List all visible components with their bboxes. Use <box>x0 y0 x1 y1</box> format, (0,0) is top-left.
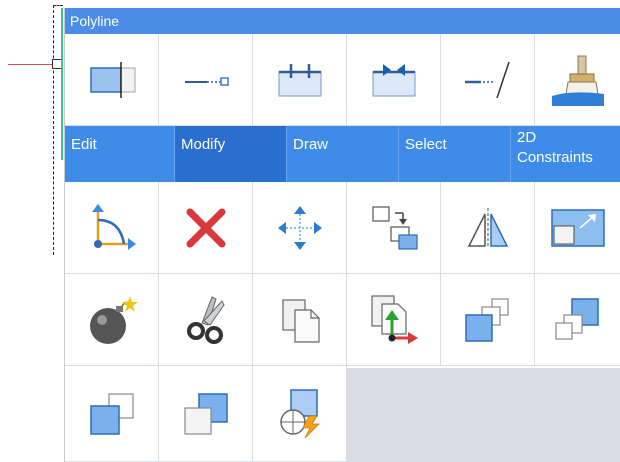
selection-dashed-top <box>53 5 63 6</box>
erase-icon <box>186 208 225 247</box>
break-icon <box>278 63 321 96</box>
fillet-button[interactable] <box>65 182 159 274</box>
green-axis-line <box>61 8 63 160</box>
move-button[interactable] <box>253 182 347 274</box>
polyline-width-icon <box>89 61 135 98</box>
bring-above-button[interactable] <box>65 366 159 462</box>
match-properties-icon <box>551 55 604 106</box>
palette-empty-area <box>347 368 620 462</box>
tab-draw[interactable]: Draw <box>287 126 399 182</box>
join-icon <box>372 63 415 96</box>
send-to-back-button[interactable] <box>535 274 620 366</box>
join-button[interactable] <box>347 34 441 126</box>
tab-2d-constraints[interactable]: 2D Constraints <box>511 126 620 182</box>
erase-button[interactable] <box>159 182 253 274</box>
trim-button[interactable] <box>159 274 253 366</box>
quick-select-button[interactable] <box>253 366 347 462</box>
match-properties-button[interactable] <box>535 34 620 126</box>
send-to-back-icon <box>554 297 599 340</box>
explode-icon <box>89 295 138 344</box>
polyline-width-button[interactable] <box>65 34 159 126</box>
bring-above-icon <box>89 392 134 435</box>
send-under-button[interactable] <box>159 366 253 462</box>
move-icon <box>277 205 322 250</box>
red-axis-line <box>8 64 54 65</box>
line-endpoint-button[interactable] <box>159 34 253 126</box>
explode-button[interactable] <box>65 274 159 366</box>
copy-icon <box>371 205 418 250</box>
palette-title[interactable]: Polyline <box>65 8 620 34</box>
extend-button[interactable] <box>441 34 535 126</box>
paste-to-point-button[interactable] <box>347 274 441 366</box>
copy-button[interactable] <box>347 182 441 274</box>
send-under-icon <box>183 392 228 435</box>
paste-to-point-icon <box>370 294 418 344</box>
tab-edit[interactable]: Edit <box>65 126 175 182</box>
quick-select-icon <box>279 388 320 438</box>
extend-icon <box>464 61 510 98</box>
bring-to-front-icon <box>464 297 509 342</box>
mirror-button[interactable] <box>441 182 535 274</box>
tool-palette: Polyline Edit Modify Draw Select 2D Cons… <box>64 8 620 462</box>
paste-icon <box>281 298 320 343</box>
selection-dashed-edge <box>53 5 54 255</box>
trim-icon <box>186 295 225 344</box>
tab-select[interactable]: Select <box>399 126 511 182</box>
line-endpoint-icon <box>184 76 229 86</box>
fillet-icon <box>91 203 136 250</box>
break-button[interactable] <box>253 34 347 126</box>
scale-icon <box>550 208 605 247</box>
scale-button[interactable] <box>535 182 620 274</box>
paste-button[interactable] <box>253 274 347 366</box>
tab-modify[interactable]: Modify <box>175 126 287 182</box>
bring-to-front-button[interactable] <box>441 274 535 366</box>
mirror-icon <box>467 207 508 248</box>
